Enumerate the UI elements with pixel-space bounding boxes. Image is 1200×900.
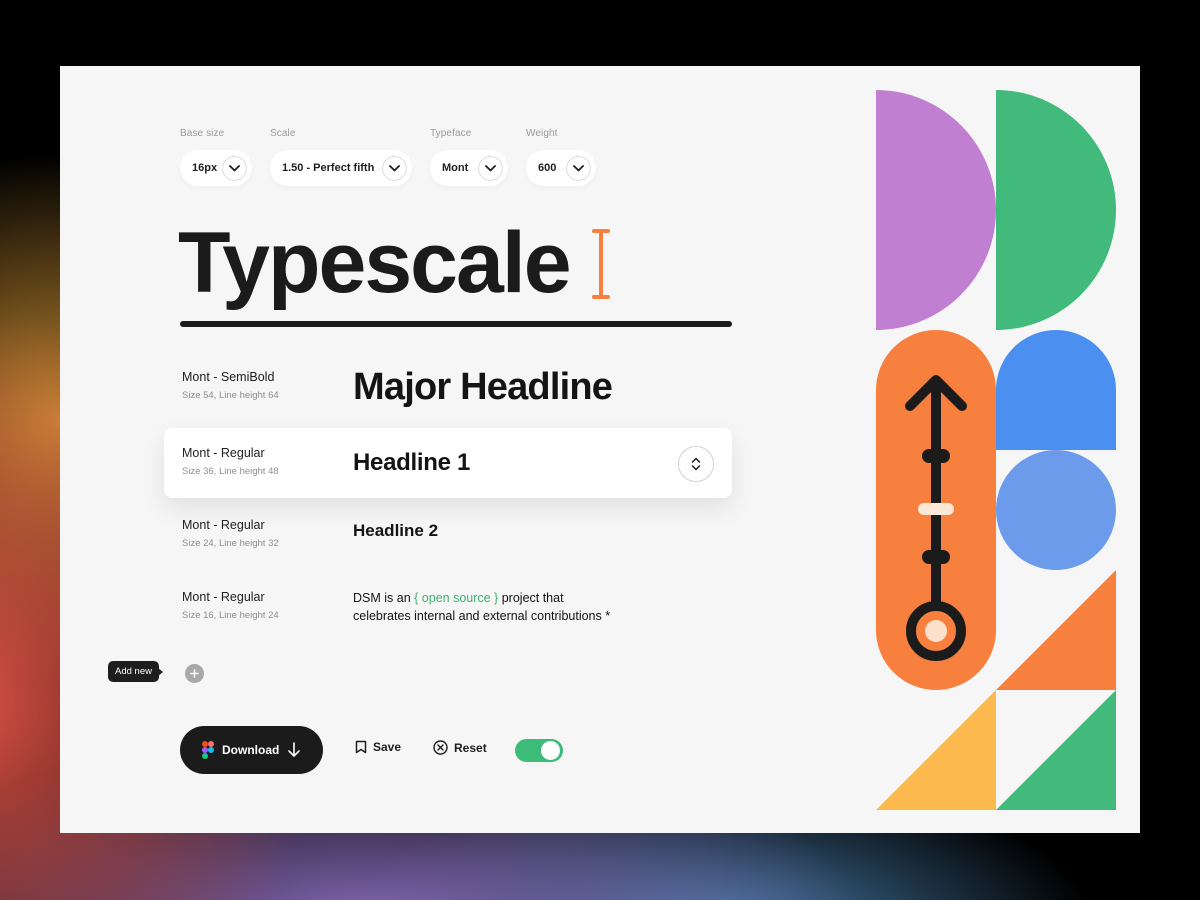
reset-button[interactable]: Reset	[433, 740, 487, 755]
chevron-down-icon[interactable]	[478, 155, 503, 181]
row-font-name: Mont - SemiBold	[182, 370, 275, 384]
figma-icon	[202, 741, 214, 759]
chevron-down-icon[interactable]	[566, 155, 591, 181]
orange-triangle	[996, 570, 1116, 690]
toggle-switch[interactable]	[515, 739, 563, 762]
save-button[interactable]: Save	[355, 740, 401, 754]
title-underline	[180, 321, 732, 327]
sample-major-headline[interactable]: Major Headline	[353, 366, 613, 409]
reorder-stepper[interactable]	[678, 446, 714, 482]
save-label: Save	[373, 740, 402, 754]
typeface-select[interactable]: Mont	[430, 150, 508, 186]
row-font-name: Mont - Regular	[182, 446, 265, 460]
plus-icon	[190, 669, 199, 678]
close-circle-icon	[433, 740, 448, 755]
row-font-name: Mont - Regular	[182, 590, 265, 604]
blue-arch	[996, 330, 1116, 450]
base-size-value: 16px	[192, 162, 218, 174]
sample-headline-2[interactable]: Headline 2	[353, 521, 438, 541]
purple-half-circle	[876, 90, 996, 330]
scale-select[interactable]: 1.50 - Perfect fifth	[270, 150, 412, 186]
scale-label: Scale	[270, 128, 296, 139]
download-label: Download	[222, 743, 280, 757]
weight-select[interactable]: 600	[526, 150, 596, 186]
chevron-down-icon[interactable]	[222, 155, 247, 181]
sample-body-text[interactable]: DSM is an { open source } project that c…	[353, 589, 613, 625]
open-source-link[interactable]: { open source }	[414, 591, 498, 605]
download-button[interactable]: Download	[180, 726, 323, 774]
page-title[interactable]: Typescale	[178, 220, 572, 306]
up-down-chevron-icon	[691, 457, 701, 471]
body-text-prefix: DSM is an	[353, 591, 415, 605]
geometric-illustration	[876, 90, 1116, 810]
light-blue-circle	[996, 450, 1116, 570]
yellow-triangle	[876, 690, 996, 810]
base-size-label: Base size	[180, 128, 225, 139]
row-font-meta: Size 16, Line height 24	[182, 610, 279, 621]
toggle-knob	[541, 741, 560, 760]
add-new-button[interactable]	[185, 664, 204, 683]
sample-headline-1[interactable]: Headline 1	[353, 449, 470, 477]
base-size-select[interactable]: 16px	[180, 150, 252, 186]
chevron-down-icon[interactable]	[382, 155, 407, 181]
scale-value: 1.50 - Perfect fifth	[282, 162, 375, 174]
row-font-meta: Size 24, Line height 32	[182, 538, 279, 549]
bookmark-icon	[355, 740, 367, 754]
row-font-meta: Size 36, Line height 48	[182, 466, 279, 477]
reset-label: Reset	[454, 740, 487, 755]
weight-label: Weight	[526, 128, 558, 139]
arrow-down-icon	[288, 742, 301, 757]
row-font-name: Mont - Regular	[182, 518, 265, 532]
row-font-meta: Size 54, Line height 64	[182, 390, 279, 401]
text-cursor-icon	[592, 229, 610, 299]
green-triangle	[996, 690, 1116, 810]
typeface-value: Mont	[442, 162, 469, 174]
green-half-circle	[996, 90, 1116, 330]
typeface-label: Typeface	[430, 128, 472, 139]
add-new-tooltip: Add new	[108, 661, 163, 682]
weight-value: 600	[538, 162, 557, 174]
